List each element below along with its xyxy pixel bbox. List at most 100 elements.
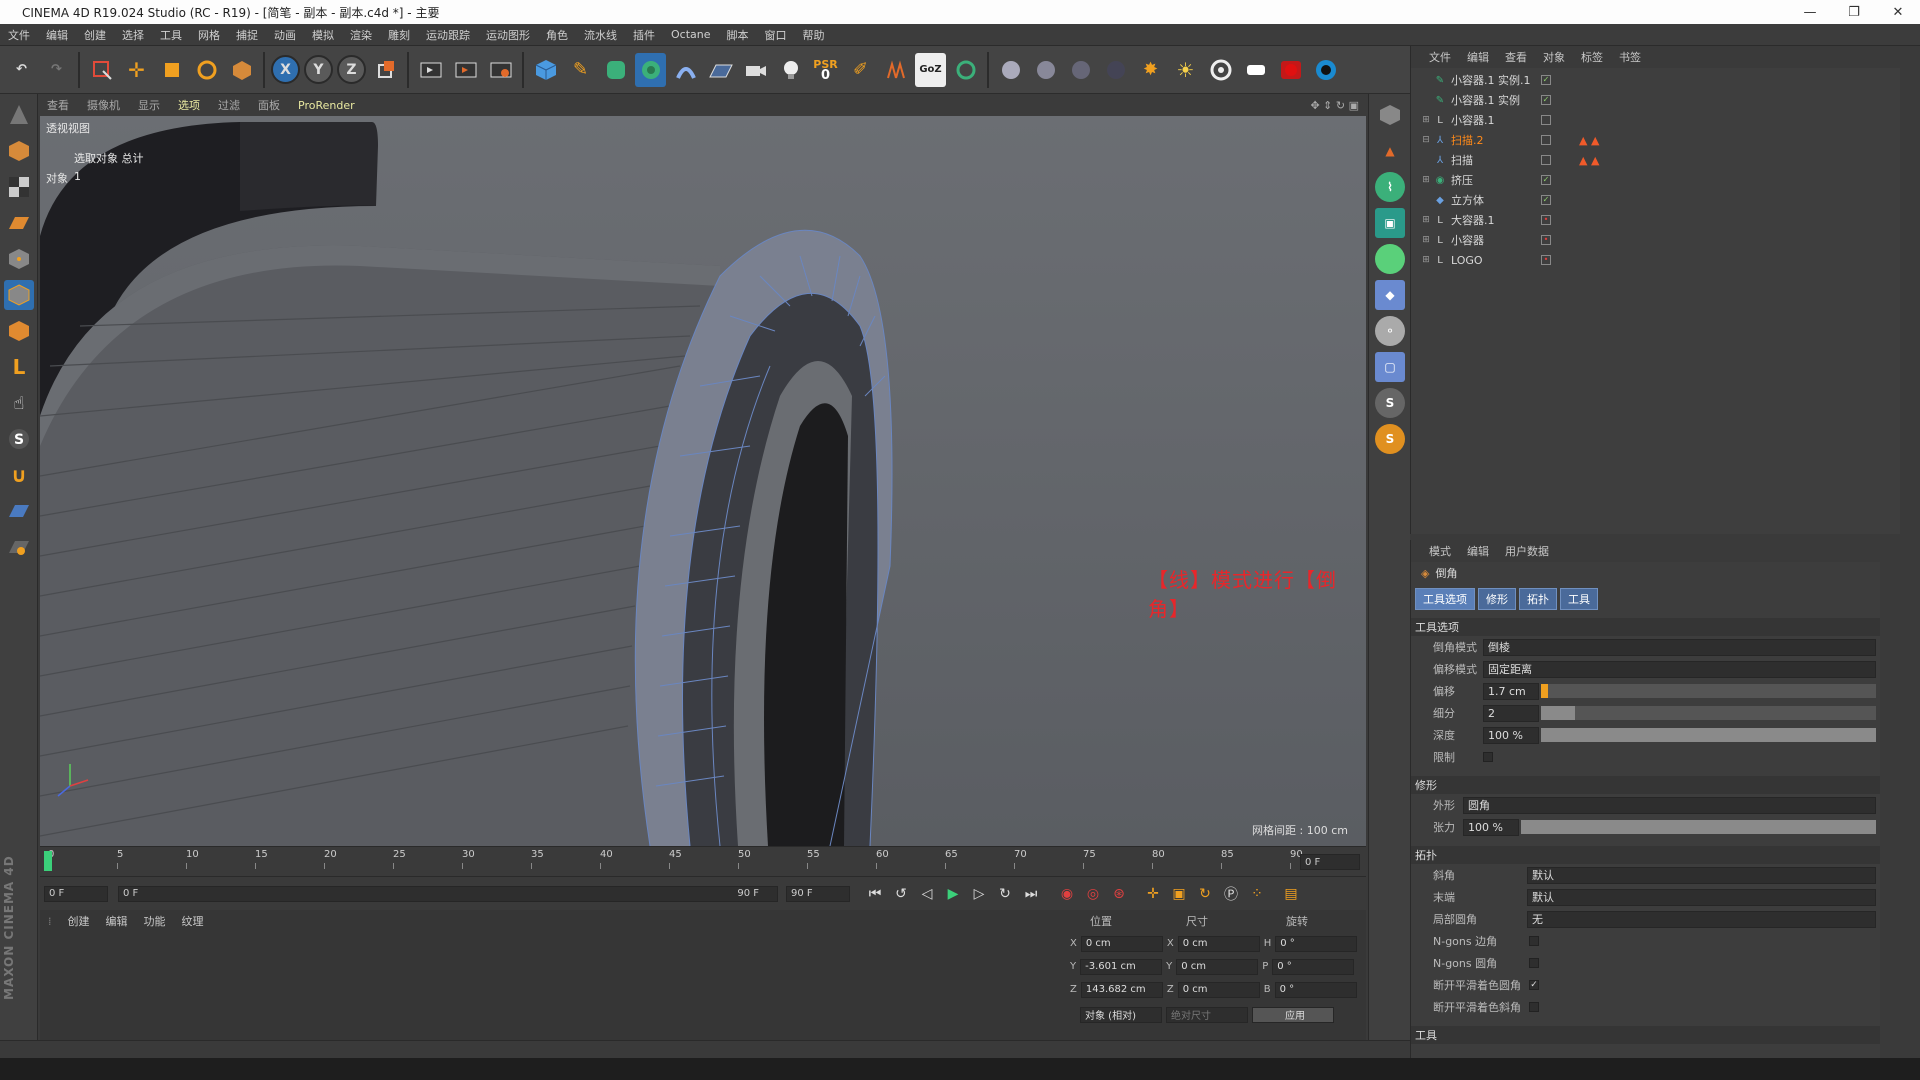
model-mode-icon[interactable] — [4, 136, 34, 166]
am-menu-mode[interactable]: 模式 — [1421, 543, 1459, 559]
target-icon[interactable] — [1205, 53, 1236, 87]
auto-key-icon[interactable]: ◎ — [1080, 882, 1106, 906]
undo-button[interactable]: ↶ — [6, 53, 37, 87]
visibility-flag[interactable]: ✓ — [1541, 95, 1551, 105]
object-row[interactable]: ⊞ ◉ 挤压 ✓ — [1419, 170, 1900, 190]
snap-settings-s-icon[interactable]: S — [1375, 424, 1405, 454]
render-view-icon[interactable] — [415, 53, 446, 87]
floor-icon[interactable] — [705, 53, 736, 87]
expand-icon[interactable]: ⊞ — [1419, 235, 1433, 245]
menu-simulate[interactable]: 模拟 — [304, 27, 342, 43]
edges-mode-icon[interactable] — [4, 280, 34, 310]
end-frame-field[interactable]: 90 F — [786, 885, 850, 902]
vp-menu-panel[interactable]: 面板 — [249, 97, 289, 113]
go-to-end-icon[interactable]: ⏭ — [1018, 882, 1044, 906]
om-menu-file[interactable]: 文件 — [1421, 49, 1459, 65]
area-light-icon[interactable] — [1240, 53, 1271, 87]
om-menu-edit[interactable]: 编辑 — [1459, 49, 1497, 65]
vp-menu-prorender[interactable]: ProRender — [289, 99, 364, 112]
bevel-mode-dropdown[interactable]: 倒棱 — [1483, 638, 1876, 656]
y-axis-button[interactable]: Y — [304, 55, 333, 84]
size-x-field[interactable]: 0 cm — [1177, 935, 1260, 952]
tension-slider[interactable] — [1521, 820, 1876, 834]
object-row[interactable]: ⊟ ⅄ 扫描.2 ▲ ▲ — [1419, 130, 1900, 150]
om-menu-object[interactable]: 对象 — [1535, 49, 1573, 65]
vp-menu-view[interactable]: 查看 — [38, 97, 78, 113]
ngons-corner-checkbox[interactable] — [1529, 936, 1539, 946]
size-z-field[interactable]: 0 cm — [1177, 981, 1260, 998]
bevel-tool-icon[interactable]: ◆ — [1375, 280, 1405, 310]
break-phong-miter-checkbox[interactable] — [1529, 1002, 1539, 1012]
om-menu-tags[interactable]: 标签 — [1573, 49, 1611, 65]
previous-key-icon[interactable]: ↺ — [888, 882, 914, 906]
parameter-key-icon[interactable]: Ⓟ — [1218, 882, 1244, 906]
menu-animate[interactable]: 动画 — [266, 27, 304, 43]
octane-material-icon[interactable] — [1065, 53, 1096, 87]
octane-sphere-icon[interactable] — [1030, 53, 1061, 87]
menu-help[interactable]: 帮助 — [795, 27, 833, 43]
refresh-icon[interactable] — [950, 53, 981, 87]
tweak-icon[interactable]: ☝ — [4, 388, 34, 418]
timeline-playhead[interactable] — [44, 851, 52, 871]
start-frame-field[interactable]: 0 F — [44, 885, 108, 902]
cube-tool-icon[interactable]: ▢ — [1375, 352, 1405, 382]
ngons-round-checkbox[interactable] — [1529, 958, 1539, 968]
pos-z-field[interactable]: 143.682 cm — [1080, 981, 1163, 998]
texture-mode-icon[interactable] — [4, 172, 34, 202]
extrude-tool-icon[interactable]: ▣ — [1375, 208, 1405, 238]
render-settings-icon[interactable] — [485, 53, 516, 87]
record-key-icon[interactable]: ◉ — [1054, 882, 1080, 906]
workplane-icon[interactable] — [4, 208, 34, 238]
current-frame-field[interactable]: 0 F — [1300, 854, 1360, 870]
tab-tool[interactable]: 工具 — [1560, 588, 1598, 610]
menu-window[interactable]: 窗口 — [757, 27, 795, 43]
partial-round-dropdown[interactable]: 无 — [1527, 910, 1876, 928]
shape-dropdown[interactable]: 圆角 — [1463, 796, 1876, 814]
vp-menu-filter[interactable]: 过滤 — [209, 97, 249, 113]
pen-spline-icon[interactable]: ✎ — [565, 53, 596, 87]
offset-slider[interactable] — [1541, 684, 1876, 698]
octane-fx-icon[interactable]: ✸ — [1135, 53, 1166, 87]
object-row[interactable]: ✎ 小容器.1 实例.1 ✓ — [1419, 70, 1900, 90]
goz-button[interactable]: GoZ — [915, 52, 946, 87]
section-shaping[interactable]: 修形 — [1411, 776, 1880, 794]
brush-icon[interactable]: ✐ — [845, 53, 876, 87]
visibility-flag[interactable] — [1541, 115, 1551, 125]
offset-mode-dropdown[interactable]: 固定距离 — [1483, 660, 1876, 678]
expand-icon[interactable]: ⊞ — [1419, 215, 1433, 225]
object-row[interactable]: ⊞ L 小容器.1 — [1419, 110, 1900, 130]
keyframe-selection-icon[interactable]: ⊛ — [1106, 882, 1132, 906]
rotation-key-icon[interactable]: ↻ — [1192, 882, 1218, 906]
menu-character[interactable]: 角色 — [538, 27, 576, 43]
menu-tools[interactable]: 工具 — [152, 27, 190, 43]
visibility-flag[interactable] — [1541, 135, 1551, 145]
expand-icon[interactable]: ⊞ — [1419, 175, 1433, 185]
octane-live-viewer-icon[interactable] — [1310, 53, 1341, 87]
visibility-flag[interactable]: • — [1541, 255, 1551, 265]
object-tags[interactable]: ▲ ▲ — [1579, 154, 1599, 167]
object-row[interactable]: ⅄ 扫描 ▲ ▲ — [1419, 150, 1900, 170]
vp-menu-display[interactable]: 显示 — [129, 97, 169, 113]
expand-icon[interactable]: ⊞ — [1419, 115, 1433, 125]
tab-topology[interactable]: 拓扑 — [1519, 588, 1557, 610]
menu-create[interactable]: 创建 — [76, 27, 114, 43]
visibility-flag[interactable]: ✓ — [1541, 75, 1551, 85]
polygon-pen-icon[interactable] — [1375, 100, 1405, 130]
coord-mode-dropdown[interactable]: 对象 (相对) — [1080, 1006, 1162, 1023]
scale-key-icon[interactable]: ▣ — [1166, 882, 1192, 906]
tension-field[interactable]: 100 % — [1463, 818, 1519, 836]
menu-edit[interactable]: 编辑 — [38, 27, 76, 43]
size-y-field[interactable]: 0 cm — [1176, 958, 1259, 975]
menu-plugins[interactable]: 插件 — [625, 27, 663, 43]
frame-range-slider[interactable]: 0 F 90 F — [118, 885, 778, 902]
coordinate-system-icon[interactable] — [370, 53, 401, 87]
rot-h-field[interactable]: 0 ° — [1275, 935, 1358, 952]
mat-menu-edit[interactable]: 编辑 — [98, 913, 136, 929]
object-row[interactable]: ⊞ L LOGO • — [1419, 250, 1900, 270]
menu-script[interactable]: 脚本 — [719, 27, 757, 43]
polygons-mode-icon[interactable] — [4, 316, 34, 346]
miter-dropdown[interactable]: 默认 — [1527, 866, 1876, 884]
depth-slider[interactable] — [1541, 728, 1876, 742]
menu-snap[interactable]: 捕捉 — [228, 27, 266, 43]
expand-icon[interactable]: ⊞ — [1419, 255, 1433, 265]
